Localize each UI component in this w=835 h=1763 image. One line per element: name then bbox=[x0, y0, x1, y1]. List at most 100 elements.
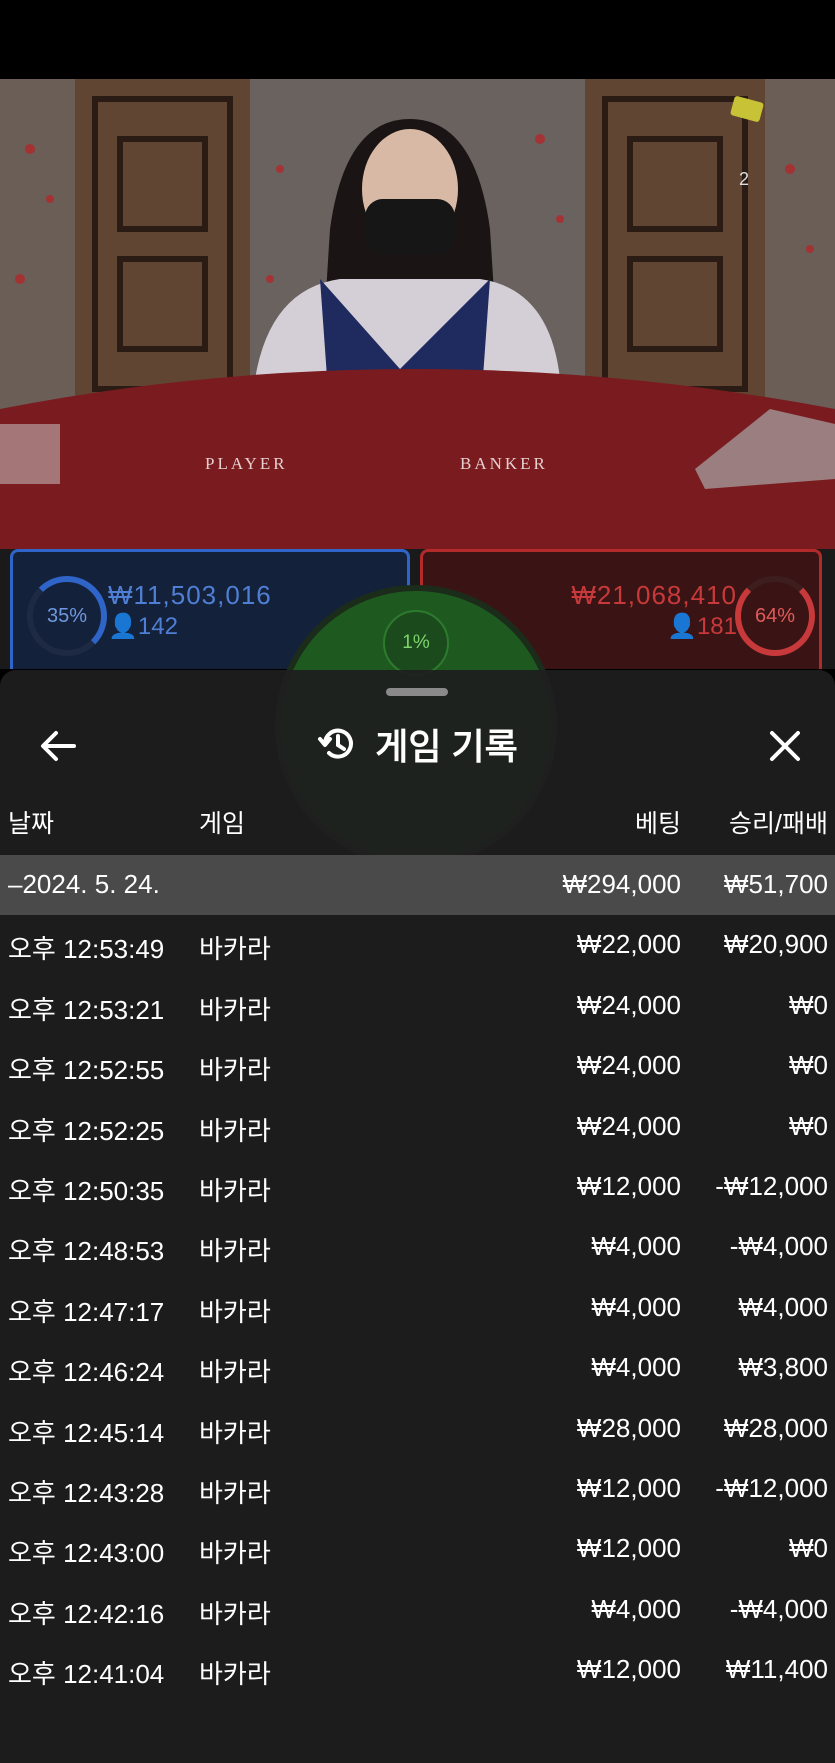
row-bet: ₩28,000 bbox=[576, 1412, 681, 1443]
row-game: 바카라 bbox=[199, 994, 271, 1025]
row-bet: ₩4,000 bbox=[591, 1593, 681, 1624]
row-result: -₩4,000 bbox=[729, 1231, 828, 1262]
close-icon bbox=[770, 731, 800, 761]
row-game: 바카라 bbox=[199, 1055, 271, 1086]
row-bet: ₩4,000 bbox=[591, 1291, 681, 1322]
row-game: 바카라 bbox=[199, 934, 271, 965]
row-bet: ₩22,000 bbox=[576, 929, 681, 960]
row-time: 오후 12:45:14 bbox=[8, 1417, 165, 1448]
row-time: 오후 12:52:55 bbox=[8, 1055, 165, 1086]
row-time: 오후 12:52:25 bbox=[8, 1115, 165, 1146]
dealer-scene: PLAYER BANKER bbox=[0, 79, 835, 549]
row-time: 오후 12:50:35 bbox=[8, 1175, 165, 1206]
table-row[interactable]: 오후 12:48:53 바카라 ₩4,000 -₩4,000 bbox=[0, 1217, 835, 1277]
row-time: 오후 12:48:53 bbox=[8, 1236, 165, 1267]
tie-percent: 1% bbox=[402, 632, 430, 653]
row-game: 바카라 bbox=[199, 1659, 271, 1690]
table-row[interactable]: 오후 12:47:17 바카라 ₩4,000 ₩4,000 bbox=[0, 1278, 835, 1338]
row-time: 오후 12:43:28 bbox=[8, 1477, 165, 1508]
table-row[interactable]: 오후 12:53:49 바카라 ₩22,000 ₩20,900 bbox=[0, 915, 835, 975]
row-bet: ₩4,000 bbox=[591, 1231, 681, 1262]
row-bet: ₩24,000 bbox=[576, 1050, 681, 1081]
player-bettor-count: 👤142 bbox=[108, 612, 178, 641]
row-time: 오후 12:53:49 bbox=[8, 934, 165, 965]
row-result: ₩11,400 bbox=[725, 1654, 828, 1685]
row-bet: ₩12,000 bbox=[576, 1472, 681, 1503]
table-row[interactable]: 오후 12:43:00 바카라 ₩12,000 ₩0 bbox=[0, 1519, 835, 1579]
player-count-value: 142 bbox=[137, 613, 178, 640]
table-row[interactable]: 오후 12:50:35 바카라 ₩12,000 -₩12,000 bbox=[0, 1157, 835, 1217]
table-row[interactable]: 오후 12:46:24 바카라 ₩4,000 ₩3,800 bbox=[0, 1338, 835, 1398]
table-row[interactable]: 오후 12:52:55 바카라 ₩24,000 ₩0 bbox=[0, 1036, 835, 1096]
history-table-header: 날짜 게임 베팅 승리/패배 bbox=[0, 798, 835, 838]
table-row[interactable]: 오후 12:43:28 바카라 ₩12,000 -₩12,000 bbox=[0, 1459, 835, 1519]
history-table-body: –2024. 5. 24. ₩294,000 ₩51,700 오후 12:53:… bbox=[0, 855, 835, 1700]
row-result: ₩20,900 bbox=[723, 929, 828, 960]
row-game: 바카라 bbox=[199, 1477, 271, 1508]
row-game: 바카라 bbox=[199, 1175, 271, 1206]
row-bet: ₩12,000 bbox=[576, 1170, 681, 1201]
row-result: -₩12,000 bbox=[715, 1472, 828, 1503]
player-percent-ring: 35% bbox=[27, 576, 107, 656]
row-game: 바카라 bbox=[199, 1598, 271, 1629]
row-result: ₩0 bbox=[789, 1110, 828, 1141]
row-game: 바카라 bbox=[199, 1115, 271, 1146]
row-time: 오후 12:42:16 bbox=[8, 1598, 165, 1629]
row-time: 오후 12:46:24 bbox=[8, 1357, 165, 1388]
row-game: 바카라 bbox=[199, 1236, 271, 1267]
column-bet: 베팅 bbox=[634, 810, 681, 838]
row-game: 바카라 bbox=[199, 1296, 271, 1327]
row-result: ₩0 bbox=[789, 1050, 828, 1081]
viewer-count: 2 bbox=[738, 169, 749, 189]
row-result: ₩28,000 bbox=[723, 1412, 828, 1443]
column-date: 날짜 bbox=[8, 810, 55, 838]
row-time: 오후 12:47:17 bbox=[8, 1296, 165, 1327]
sheet-title-text: 게임 기록 bbox=[375, 726, 518, 767]
row-game: 바카라 bbox=[199, 1417, 271, 1448]
row-bet: ₩24,000 bbox=[576, 1110, 681, 1141]
date-summary-row[interactable]: –2024. 5. 24. ₩294,000 ₩51,700 bbox=[0, 855, 835, 916]
user-icon: 👤 bbox=[667, 613, 697, 640]
row-result: -₩12,000 bbox=[715, 1170, 828, 1201]
summary-bet: ₩294,000 bbox=[562, 869, 681, 899]
table-row[interactable]: 오후 12:41:04 바카라 ₩12,000 ₩11,400 bbox=[0, 1640, 835, 1700]
row-bet: ₩24,000 bbox=[576, 989, 681, 1020]
table-row[interactable]: 오후 12:53:21 바카라 ₩24,000 ₩0 bbox=[0, 976, 835, 1036]
sheet-title: 게임 기록 bbox=[0, 714, 835, 774]
user-icon: 👤 bbox=[108, 613, 138, 640]
row-result: ₩0 bbox=[789, 989, 828, 1020]
summary-result: ₩51,700 bbox=[723, 869, 828, 899]
banker-count-value: 181 bbox=[696, 613, 737, 640]
row-bet: ₩12,000 bbox=[576, 1654, 681, 1685]
row-bet: ₩4,000 bbox=[591, 1352, 681, 1383]
tie-percent-badge: 1% bbox=[383, 610, 449, 676]
banker-percent-ring: 64% bbox=[735, 576, 815, 656]
banker-percent: 64% bbox=[754, 604, 796, 627]
table-row[interactable]: 오후 12:52:25 바카라 ₩24,000 ₩0 bbox=[0, 1097, 835, 1157]
table-row[interactable]: 오후 12:42:16 바카라 ₩4,000 -₩4,000 bbox=[0, 1580, 835, 1640]
column-result: 승리/패배 bbox=[729, 810, 828, 838]
banker-bet-amount: ₩21,068,410 bbox=[571, 580, 737, 610]
close-button[interactable] bbox=[755, 716, 815, 776]
player-percent: 35% bbox=[46, 604, 88, 627]
game-history-sheet: 게임 기록 날짜 게임 베팅 승리/패배 –2024. 5. 24. ₩294,… bbox=[0, 670, 835, 1763]
table-row[interactable]: 오후 12:45:14 바카라 ₩28,000 ₩28,000 bbox=[0, 1399, 835, 1459]
drag-handle[interactable] bbox=[386, 688, 448, 696]
player-bet-amount: ₩11,503,016 bbox=[108, 580, 272, 610]
history-icon bbox=[318, 728, 354, 759]
live-dealer-video: PLAYER BANKER 2 bbox=[0, 79, 835, 549]
row-bet: ₩12,000 bbox=[576, 1533, 681, 1564]
row-result: ₩3,800 bbox=[738, 1352, 828, 1383]
row-result: ₩4,000 bbox=[738, 1291, 828, 1322]
row-game: 바카라 bbox=[199, 1538, 271, 1569]
row-game: 바카라 bbox=[199, 1357, 271, 1388]
summary-date: –2024. 5. 24. bbox=[8, 869, 160, 899]
row-time: 오후 12:53:21 bbox=[8, 994, 165, 1025]
row-result: -₩4,000 bbox=[729, 1593, 828, 1624]
table-label-banker: BANKER bbox=[460, 454, 548, 473]
row-time: 오후 12:41:04 bbox=[8, 1659, 165, 1690]
column-game: 게임 bbox=[199, 810, 246, 838]
banker-bettor-count: 👤181 bbox=[667, 612, 737, 641]
row-result: ₩0 bbox=[789, 1533, 828, 1564]
row-time: 오후 12:43:00 bbox=[8, 1538, 165, 1569]
